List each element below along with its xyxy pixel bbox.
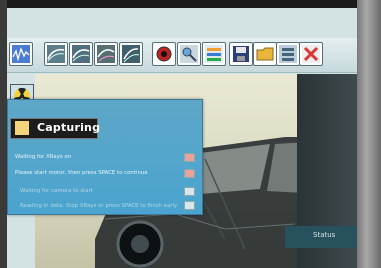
dialog-title-bar: Capturing	[10, 118, 101, 139]
step-status-icon	[184, 201, 195, 210]
scan-1-icon[interactable]	[44, 42, 68, 66]
open-folder-icon[interactable]	[253, 42, 277, 66]
scan-4-icon[interactable]	[119, 42, 143, 66]
step-start-motor: Please start motor, then press SPACE to …	[15, 170, 148, 176]
scan-2-icon[interactable]	[69, 42, 93, 66]
dialog-title: Capturing	[37, 121, 101, 134]
step-waiting-xrays: Waiting for XRays on	[15, 154, 72, 160]
main-toolbar	[7, 38, 357, 73]
monitor-bezel-left	[0, 0, 7, 268]
monitor-bezel-top	[0, 0, 381, 8]
status-label: Status	[313, 231, 336, 239]
capture-icon	[15, 121, 29, 135]
monitor-bezel-right	[357, 0, 381, 268]
step-reading-data: Reading in data. Stop XRays or press SPA…	[20, 203, 178, 209]
waveform-icon[interactable]	[9, 42, 33, 66]
step-status-icon	[184, 153, 195, 162]
image-list-icon[interactable]	[276, 42, 300, 66]
step-status-icon	[184, 169, 195, 178]
step-waiting-camera: Waiting for camera to start	[20, 188, 93, 194]
scan-3-icon[interactable]	[94, 42, 118, 66]
magnify-icon[interactable]	[177, 42, 201, 66]
filter-icon[interactable]	[202, 42, 226, 66]
capturing-dialog: Capturing Waiting for XRays on Please st…	[7, 99, 203, 215]
application-window: Status Capturing Waiting for XRays on Pl…	[7, 8, 357, 268]
step-status-icon	[184, 187, 195, 196]
save-icon[interactable]	[229, 42, 253, 66]
delete-icon[interactable]	[299, 42, 323, 66]
lens-icon[interactable]	[152, 42, 176, 66]
